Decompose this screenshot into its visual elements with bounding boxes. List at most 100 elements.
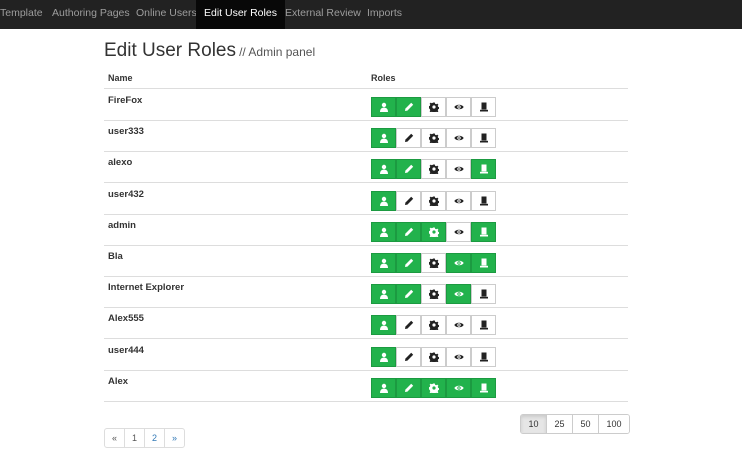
table-row: alexo <box>104 152 628 184</box>
table-row: Alex555 <box>104 308 628 340</box>
role-toggle-gear[interactable] <box>421 315 446 336</box>
pagination-page-2[interactable]: 2 <box>145 429 166 447</box>
role-toggle-user[interactable] <box>371 97 396 117</box>
role-toggle-eye[interactable] <box>446 315 471 336</box>
user-icon <box>379 383 389 393</box>
eye-icon <box>453 383 464 393</box>
user-name: FireFox <box>108 95 143 106</box>
pagination: « 1 2 » <box>104 428 186 448</box>
role-toggle-gear[interactable] <box>421 128 446 149</box>
role-toggle-user[interactable] <box>371 159 396 180</box>
role-toggle-user[interactable] <box>371 253 396 273</box>
page-size-50[interactable]: 50 <box>573 415 599 433</box>
role-toggle-gear[interactable] <box>421 253 446 273</box>
pencil-icon <box>404 102 414 112</box>
user-name: admin <box>108 219 136 231</box>
pencil-icon <box>404 352 414 362</box>
nav-tab-imports[interactable]: Imports <box>359 0 410 29</box>
role-toggle-tophat[interactable] <box>471 159 496 180</box>
gear-icon <box>428 383 439 393</box>
eye-icon <box>453 227 464 237</box>
role-toggle-pencil[interactable] <box>396 159 421 180</box>
role-toggle-tophat[interactable] <box>471 315 496 336</box>
nav-tab-edit-user-roles[interactable]: Edit User Roles <box>196 0 285 29</box>
pagination-next-button[interactable]: » <box>165 429 184 447</box>
role-toggle-user[interactable] <box>371 190 396 211</box>
header-divider <box>104 88 628 89</box>
role-button-group <box>371 377 496 398</box>
role-toggle-gear[interactable] <box>421 284 446 305</box>
role-toggle-user[interactable] <box>371 284 396 305</box>
role-toggle-eye[interactable] <box>446 128 471 149</box>
role-toggle-eye[interactable] <box>446 190 471 211</box>
role-toggle-eye[interactable] <box>446 97 471 117</box>
table-row: user432 <box>104 184 628 215</box>
role-toggle-eye[interactable] <box>446 159 471 180</box>
role-button-group <box>371 97 496 117</box>
role-toggle-user[interactable] <box>371 346 396 367</box>
role-toggle-pencil[interactable] <box>396 221 421 242</box>
table-row: user333 <box>104 121 628 153</box>
role-toggle-pencil[interactable] <box>396 128 421 149</box>
role-toggle-gear[interactable] <box>421 377 446 398</box>
role-button-group <box>371 221 496 242</box>
role-toggle-pencil[interactable] <box>396 315 421 336</box>
role-toggle-gear[interactable] <box>421 221 446 242</box>
role-toggle-gear[interactable] <box>421 159 446 180</box>
nav-tab-authoring-pages[interactable]: Authoring Pages <box>44 0 138 29</box>
role-toggle-pencil[interactable] <box>396 190 421 211</box>
tophat-icon <box>479 289 489 299</box>
role-toggle-tophat[interactable] <box>471 190 496 211</box>
role-toggle-pencil[interactable] <box>396 97 421 117</box>
eye-icon <box>453 133 464 143</box>
user-icon <box>379 102 389 112</box>
role-toggle-pencil[interactable] <box>396 377 421 398</box>
eye-icon <box>453 289 464 299</box>
role-toggle-tophat[interactable] <box>471 128 496 149</box>
gear-icon <box>428 133 439 144</box>
role-toggle-tophat[interactable] <box>471 377 496 398</box>
role-toggle-eye[interactable] <box>446 346 471 367</box>
eye-icon <box>453 258 464 268</box>
role-toggle-user[interactable] <box>371 128 396 149</box>
role-toggle-user[interactable] <box>371 315 396 336</box>
page-size-10[interactable]: 10 <box>521 415 547 433</box>
role-toggle-gear[interactable] <box>421 190 446 211</box>
user-name: user432 <box>108 188 144 200</box>
role-toggle-eye[interactable] <box>446 221 471 242</box>
gear-icon <box>428 196 439 206</box>
page-size-100[interactable]: 100 <box>599 415 629 433</box>
role-toggle-gear[interactable] <box>421 97 446 117</box>
page-size-25[interactable]: 25 <box>547 415 573 433</box>
role-toggle-gear[interactable] <box>421 346 446 367</box>
table-row: FireFox <box>104 90 628 121</box>
page-header: Edit User Roles // Admin panel <box>104 40 315 62</box>
pagination-page-1[interactable]: 1 <box>125 429 146 447</box>
role-toggle-pencil[interactable] <box>396 253 421 273</box>
role-toggle-tophat[interactable] <box>471 284 496 305</box>
nav-tab-online-users[interactable]: Online Users <box>128 0 205 29</box>
user-name: Alex <box>108 375 129 387</box>
role-toggle-user[interactable] <box>371 221 396 242</box>
role-button-group <box>371 128 496 149</box>
pencil-icon <box>404 227 414 237</box>
role-toggle-pencil[interactable] <box>396 346 421 367</box>
tophat-icon <box>479 227 489 237</box>
user-name: Bla <box>108 251 123 262</box>
role-toggle-tophat[interactable] <box>471 253 496 273</box>
role-toggle-eye[interactable] <box>446 284 471 305</box>
pagination-prev-button[interactable]: « <box>105 429 126 447</box>
pencil-icon <box>404 289 414 299</box>
column-header-name: Name <box>108 73 133 83</box>
role-toggle-eye[interactable] <box>446 253 471 273</box>
eye-icon <box>453 196 464 206</box>
role-toggle-user[interactable] <box>371 377 396 398</box>
role-toggle-tophat[interactable] <box>471 97 496 117</box>
nav-tab-external-review[interactable]: External Review <box>277 0 369 29</box>
role-toggle-tophat[interactable] <box>471 221 496 242</box>
role-toggle-eye[interactable] <box>446 377 471 398</box>
user-name: Alex555 <box>108 313 144 325</box>
role-toggle-tophat[interactable] <box>471 346 496 367</box>
role-toggle-pencil[interactable] <box>396 284 421 305</box>
pencil-icon <box>404 258 414 268</box>
